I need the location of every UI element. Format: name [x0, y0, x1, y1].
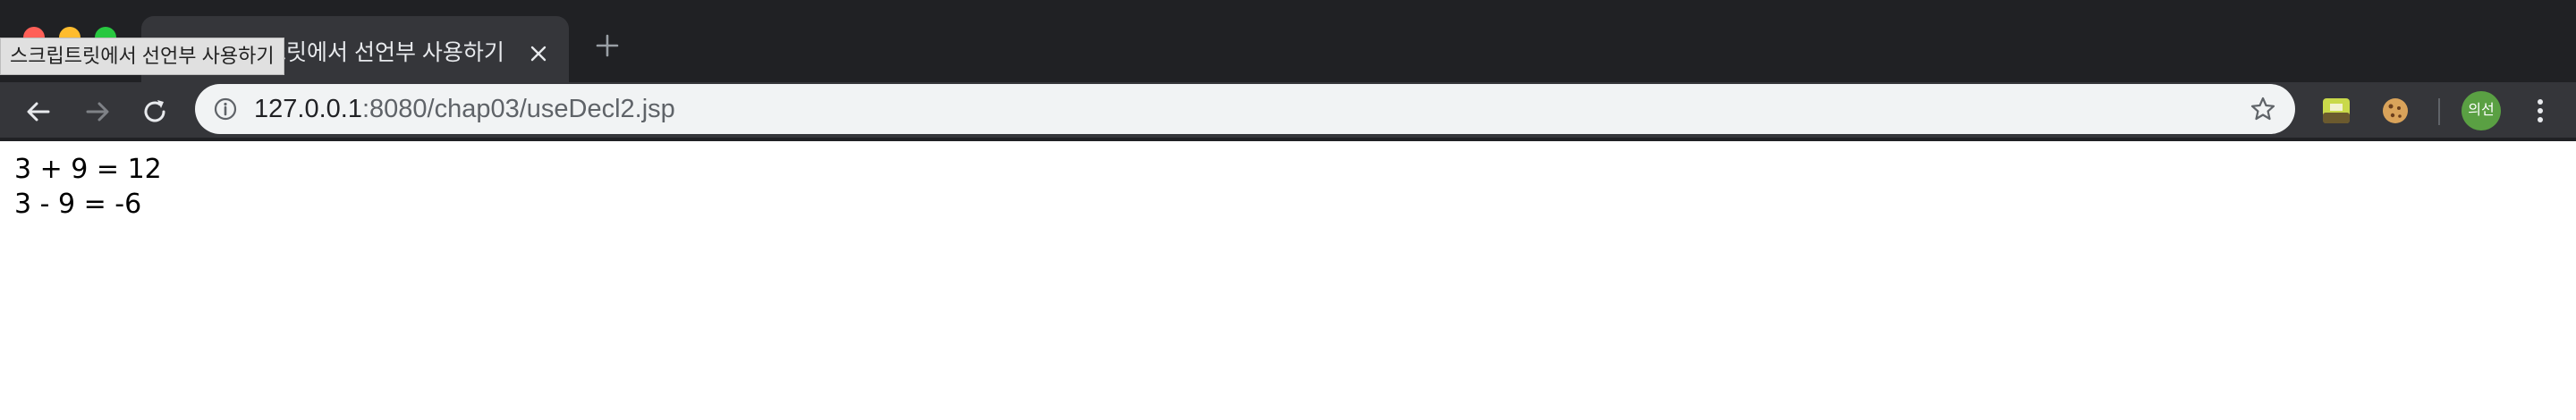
star-icon[interactable] [2249, 95, 2277, 123]
toolbar-divider [2438, 98, 2440, 125]
new-tab-button[interactable] [594, 32, 621, 59]
cookie-extension-icon[interactable] [2379, 95, 2411, 127]
tab-strip: 스크립트릿에서 선언부 사용하기 [0, 0, 2576, 82]
browser-toolbar: 127.0.0.1:8080/chap03/useDecl2.jsp 의선 [0, 82, 2576, 141]
arrow-left-icon[interactable] [21, 95, 55, 129]
url-path: :8080/chap03/useDecl2.jsp [361, 95, 675, 123]
info-icon[interactable] [213, 97, 238, 122]
result-line-difference: 3 - 9 = -6 [14, 189, 142, 220]
reload-icon[interactable] [138, 95, 172, 129]
page-content: 3 + 9 = 12 3 - 9 = -6 [14, 152, 162, 222]
arrow-right-icon[interactable] [80, 95, 114, 129]
url-text[interactable]: 127.0.0.1:8080/chap03/useDecl2.jsp [254, 95, 675, 124]
profile-avatar[interactable]: 의선 [2462, 91, 2501, 130]
green-square-extension-icon[interactable] [2320, 95, 2352, 127]
result-line-sum: 3 + 9 = 12 [14, 154, 162, 185]
kebab-menu-icon[interactable] [2524, 95, 2556, 127]
url-host: 127.0.0.1 [254, 95, 362, 123]
close-icon[interactable] [528, 43, 549, 64]
tab-tooltip: 스크립트릿에서 선언부 사용하기 [0, 38, 284, 75]
address-bar[interactable]: 127.0.0.1:8080/chap03/useDecl2.jsp [195, 84, 2295, 134]
